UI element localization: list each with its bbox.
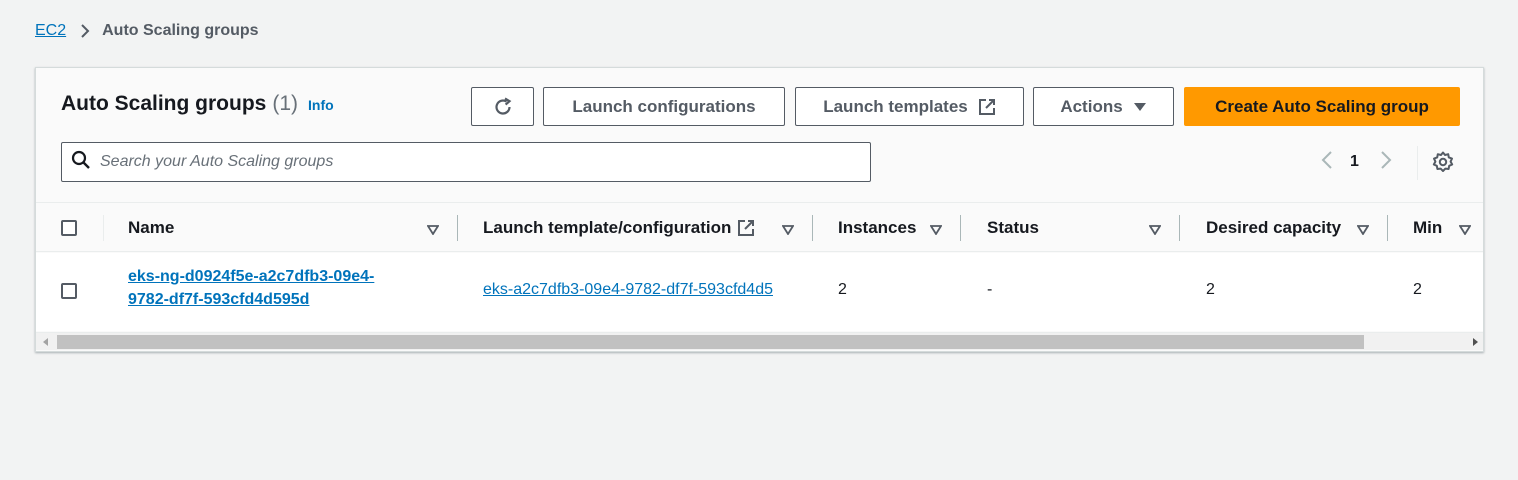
panel-header: Auto Scaling groups (1) Info bbox=[61, 92, 334, 116]
launch-templates-label: Launch templates bbox=[823, 96, 968, 116]
select-all-checkbox[interactable] bbox=[61, 220, 77, 236]
breadcrumb-current: Auto Scaling groups bbox=[102, 22, 259, 39]
chevron-right-icon bbox=[80, 23, 90, 39]
column-header-launch-template[interactable]: Launch template/configuration bbox=[483, 203, 755, 253]
panel-title: Auto Scaling groups bbox=[61, 92, 267, 115]
search-box bbox=[61, 142, 871, 182]
asg-name-line-2: 9782-df7f-593cfd4d595d bbox=[128, 291, 310, 308]
launch-template-cell: eks-a2c7dfb3-09e4-9782-df7f-593cfd4d5 bbox=[483, 281, 813, 299]
gear-icon[interactable] bbox=[1431, 150, 1455, 179]
auto-scaling-groups-panel: Auto Scaling groups (1) Info Launch conf… bbox=[35, 67, 1484, 352]
scrollbar-thumb[interactable] bbox=[57, 335, 1364, 349]
chevron-right-icon bbox=[1380, 150, 1392, 175]
search-input[interactable] bbox=[100, 153, 870, 171]
row-select-checkbox[interactable] bbox=[61, 283, 77, 299]
launch-template-column-label: Launch template/configuration bbox=[483, 218, 732, 237]
sort-caret-down-icon[interactable] bbox=[1356, 222, 1370, 240]
min-cell: 2 bbox=[1413, 281, 1422, 298]
refresh-icon bbox=[492, 96, 514, 118]
refresh-button[interactable] bbox=[471, 87, 534, 126]
previous-page-button[interactable] bbox=[1314, 150, 1340, 175]
table-row: eks-ng-d0924f5e-a2c7dfb3-09e4- 9782-df7f… bbox=[36, 253, 1483, 331]
column-divider bbox=[1179, 215, 1180, 241]
scroll-right-arrow-icon[interactable] bbox=[1469, 336, 1481, 348]
sort-caret-down-icon[interactable] bbox=[1458, 222, 1472, 240]
caret-down-icon bbox=[1133, 102, 1147, 112]
asg-name-link[interactable]: eks-ng-d0924f5e-a2c7dfb3-09e4- 9782-df7f… bbox=[128, 265, 418, 311]
column-divider bbox=[103, 215, 104, 241]
pager-divider bbox=[1417, 146, 1418, 180]
actions-dropdown-button[interactable]: Actions bbox=[1033, 87, 1174, 126]
table-header: Name Launch template/configuration Insta… bbox=[36, 202, 1483, 253]
launch-templates-button[interactable]: Launch templates bbox=[795, 87, 1024, 126]
pagination: 1 bbox=[1314, 148, 1399, 176]
actions-label: Actions bbox=[1060, 96, 1123, 116]
next-page-button[interactable] bbox=[1373, 150, 1399, 175]
desired-capacity-cell: 2 bbox=[1206, 281, 1215, 298]
external-link-icon bbox=[978, 98, 996, 116]
breadcrumb-ec2-link[interactable]: EC2 bbox=[35, 22, 66, 40]
sort-caret-down-icon[interactable] bbox=[426, 222, 440, 240]
column-divider bbox=[960, 215, 961, 241]
create-auto-scaling-group-button[interactable]: Create Auto Scaling group bbox=[1184, 87, 1460, 126]
column-header-min[interactable]: Min bbox=[1413, 203, 1442, 253]
column-divider bbox=[457, 215, 458, 241]
column-header-status[interactable]: Status bbox=[987, 203, 1039, 253]
launch-template-link[interactable]: eks-a2c7dfb3-09e4-9782-df7f-593cfd4d5 bbox=[483, 281, 773, 298]
launch-configurations-label: Launch configurations bbox=[572, 96, 756, 116]
breadcrumb: EC2 Auto Scaling groups bbox=[35, 20, 259, 42]
search-icon bbox=[71, 150, 91, 175]
horizontal-scrollbar[interactable] bbox=[36, 332, 1483, 350]
instances-cell: 2 bbox=[838, 281, 847, 298]
column-header-desired-capacity[interactable]: Desired capacity bbox=[1206, 203, 1341, 253]
external-link-icon bbox=[737, 219, 755, 237]
sort-caret-down-icon[interactable] bbox=[929, 222, 943, 240]
column-header-instances[interactable]: Instances bbox=[838, 203, 916, 253]
create-label: Create Auto Scaling group bbox=[1215, 96, 1429, 116]
info-link[interactable]: Info bbox=[308, 97, 334, 113]
group-count: (1) bbox=[272, 92, 299, 115]
current-page-number[interactable]: 1 bbox=[1350, 153, 1359, 171]
column-divider bbox=[1387, 215, 1388, 241]
launch-configurations-button[interactable]: Launch configurations bbox=[543, 87, 785, 126]
chevron-left-icon bbox=[1321, 150, 1333, 175]
sort-caret-down-icon[interactable] bbox=[781, 222, 795, 240]
status-cell: - bbox=[987, 281, 993, 298]
scroll-left-arrow-icon[interactable] bbox=[40, 336, 52, 348]
column-divider bbox=[812, 215, 813, 241]
sort-caret-down-icon[interactable] bbox=[1148, 222, 1162, 240]
asg-name-line-1: eks-ng-d0924f5e-a2c7dfb3-09e4- bbox=[128, 268, 375, 285]
column-header-name[interactable]: Name bbox=[128, 203, 174, 253]
